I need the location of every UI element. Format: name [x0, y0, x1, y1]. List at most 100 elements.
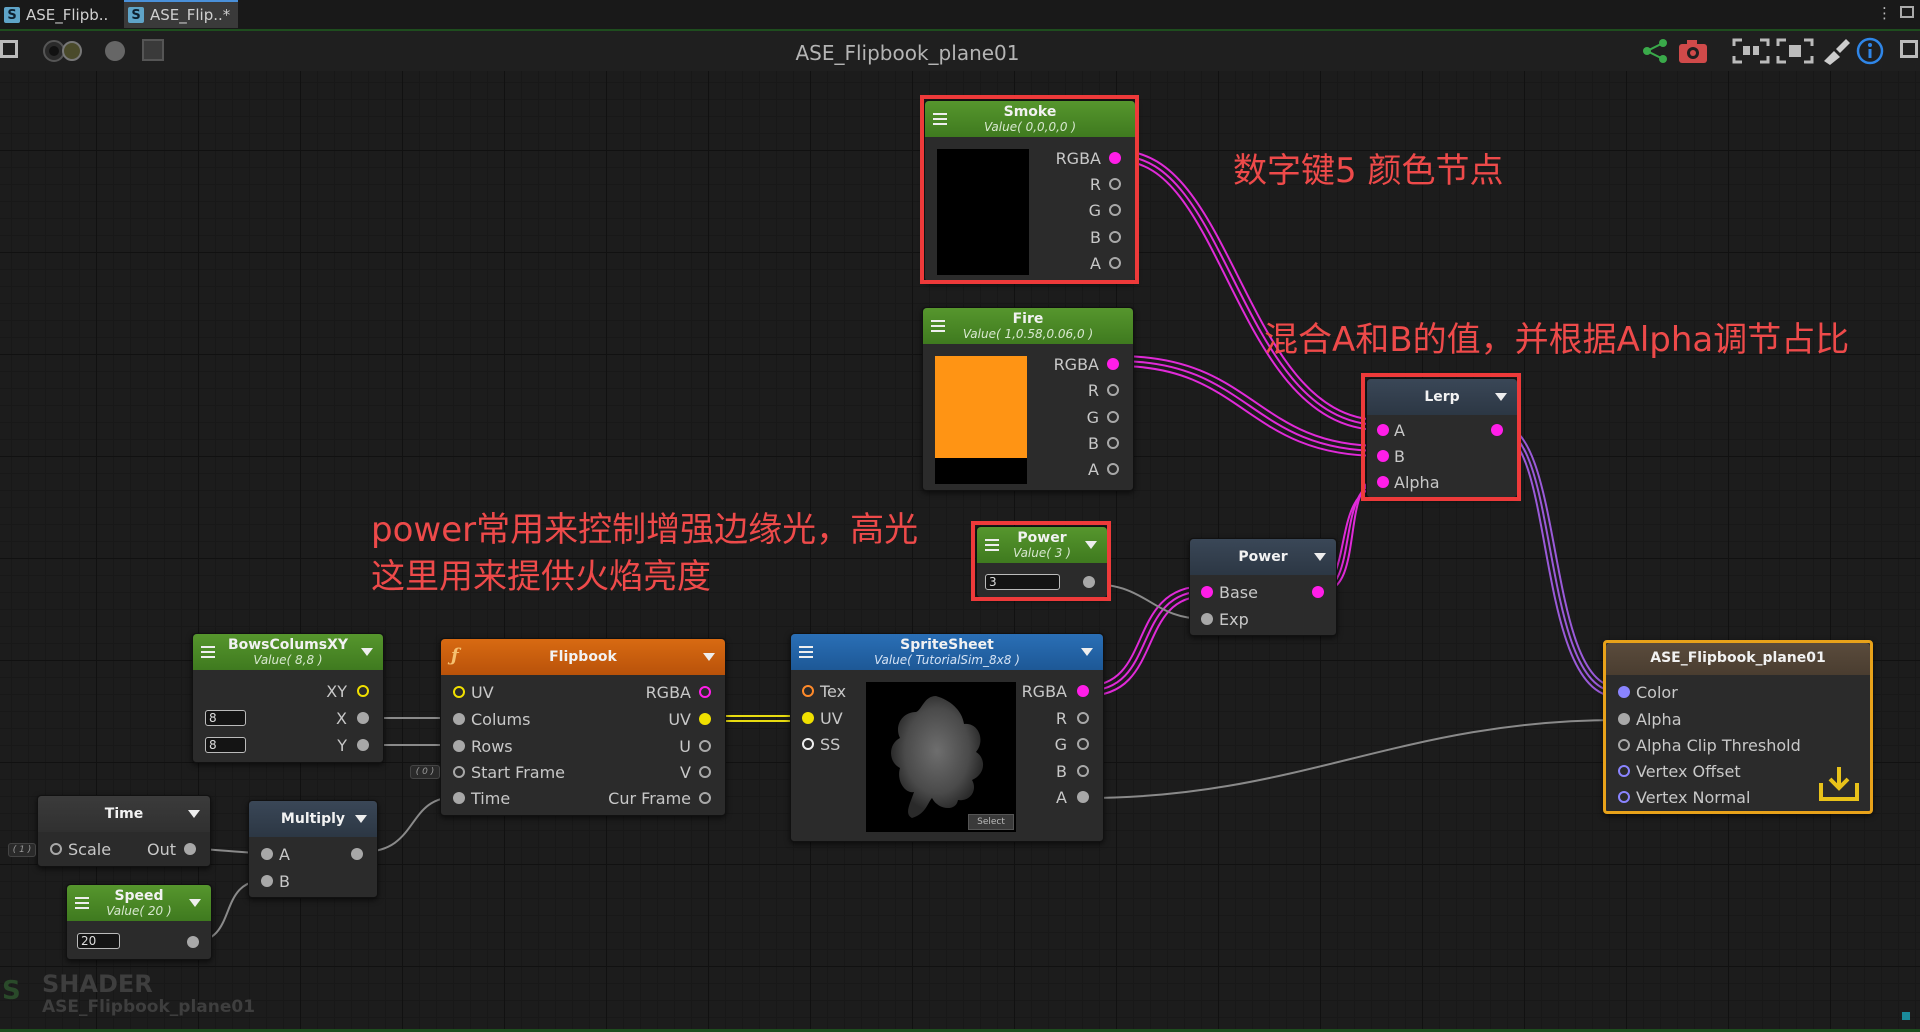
port-out[interactable]: [351, 848, 363, 860]
port-start-frame[interactable]: [453, 766, 465, 778]
port-r[interactable]: [1107, 384, 1119, 396]
port-x[interactable]: [357, 712, 369, 724]
node-header[interactable]: Smoke Value( 0,0,0,0 ): [925, 101, 1135, 137]
power-constant-node[interactable]: Power Value( 3 ) 3: [976, 526, 1108, 598]
node-header[interactable]: ASE_Flipbook_plane01: [1606, 643, 1870, 675]
port-v[interactable]: [699, 766, 711, 778]
port-ss[interactable]: [802, 738, 814, 750]
port-uv-out[interactable]: [699, 713, 711, 725]
port-rows[interactable]: [453, 740, 465, 752]
port-out[interactable]: [1312, 586, 1324, 598]
port-rgba[interactable]: [699, 686, 711, 698]
speed-node[interactable]: Speed Value( 20 ) 20: [66, 884, 212, 960]
port-vertex-normal-label: Vertex Normal: [1636, 788, 1751, 807]
port-rgba[interactable]: [1077, 685, 1089, 697]
port-rgba-label: RGBA: [1021, 682, 1067, 701]
node-header[interactable]: Multiply: [249, 801, 377, 837]
chevron-down-icon[interactable]: [1314, 553, 1326, 561]
port-alpha-clip-threshold[interactable]: [1618, 739, 1630, 751]
node-header[interactable]: Power: [1190, 539, 1336, 575]
port-tex[interactable]: [802, 685, 814, 697]
port-b[interactable]: [1377, 450, 1389, 462]
port-rgba[interactable]: [1107, 358, 1119, 370]
port-out[interactable]: [184, 843, 196, 855]
port-colums[interactable]: [453, 713, 465, 725]
port-g[interactable]: [1077, 738, 1089, 750]
power-node[interactable]: Power Base Exp: [1189, 538, 1337, 636]
port-out[interactable]: [1491, 424, 1503, 436]
port-vertex-offset[interactable]: [1618, 765, 1630, 777]
port-xy[interactable]: [357, 685, 369, 697]
chevron-down-icon[interactable]: [1081, 648, 1093, 656]
port-r-label: R: [1087, 381, 1099, 400]
spritesheet-texture-node[interactable]: SpriteSheet Value( TutorialSim_8x8 ) Tex…: [790, 633, 1104, 842]
chevron-down-icon[interactable]: [1085, 541, 1097, 549]
chevron-down-icon[interactable]: [703, 653, 715, 661]
port-a[interactable]: [1109, 257, 1121, 269]
save-output-icon[interactable]: [1818, 765, 1860, 803]
output-master-node[interactable]: ASE_Flipbook_plane01 Color Alpha Alpha C…: [1603, 640, 1873, 814]
chevron-down-icon[interactable]: [355, 815, 367, 823]
port-cur-frame[interactable]: [699, 792, 711, 804]
port-r[interactable]: [1109, 178, 1121, 190]
port-time[interactable]: [453, 792, 465, 804]
node-header[interactable]: Speed Value( 20 ): [67, 885, 211, 921]
port-a[interactable]: [1077, 791, 1089, 803]
port-out[interactable]: [187, 936, 199, 948]
color-swatch[interactable]: [935, 356, 1027, 458]
texture-preview[interactable]: Select: [866, 682, 1016, 832]
time-node[interactable]: Time Scale Out: [37, 795, 211, 867]
port-r[interactable]: [1077, 712, 1089, 724]
lerp-node[interactable]: Lerp A B Alpha: [1366, 378, 1518, 498]
port-exp[interactable]: [1201, 613, 1213, 625]
chevron-down-icon[interactable]: [1495, 393, 1507, 401]
multiply-node[interactable]: Multiply A B: [248, 800, 378, 898]
port-uv[interactable]: [802, 712, 814, 724]
port-out[interactable]: [1083, 576, 1095, 588]
port-uv-in[interactable]: [453, 686, 465, 698]
smoke-sprite-preview: [891, 696, 984, 818]
port-g[interactable]: [1107, 411, 1119, 423]
port-a[interactable]: [1377, 424, 1389, 436]
color-swatch[interactable]: [937, 149, 1029, 275]
y-field[interactable]: 8: [205, 737, 246, 753]
port-b[interactable]: [1109, 231, 1121, 243]
port-base[interactable]: [1201, 586, 1213, 598]
port-vertex-normal[interactable]: [1618, 791, 1630, 803]
port-a[interactable]: [1107, 463, 1119, 475]
chevron-down-icon[interactable]: [188, 810, 200, 818]
node-header[interactable]: BowsColumsXY Value( 8,8 ): [193, 634, 383, 670]
node-header[interactable]: SpriteSheet Value( TutorialSim_8x8 ): [791, 634, 1103, 670]
port-b[interactable]: [1107, 437, 1119, 449]
node-header[interactable]: Fire Value( 1,0.58,0.06,0 ): [923, 308, 1133, 344]
node-header[interactable]: Power Value( 3 ): [977, 527, 1107, 563]
smoke-color-node[interactable]: Smoke Value( 0,0,0,0 ) RGBA R G B A: [924, 100, 1136, 282]
port-b[interactable]: [1077, 765, 1089, 777]
value-field[interactable]: 20: [77, 933, 120, 949]
select-texture-button[interactable]: Select: [968, 814, 1014, 830]
fire-color-node[interactable]: Fire Value( 1,0.58,0.06,0 ) RGBA R G B A: [922, 307, 1134, 491]
port-color[interactable]: [1618, 686, 1630, 698]
chevron-down-icon[interactable]: [361, 648, 373, 656]
x-field[interactable]: 8: [205, 710, 246, 726]
port-b[interactable]: [261, 875, 273, 887]
start-frame-default[interactable]: ( 0 ): [410, 765, 440, 779]
node-header[interactable]: Lerp: [1367, 379, 1517, 415]
port-scale[interactable]: [50, 843, 62, 855]
time-scale-default[interactable]: ( 1 ): [8, 843, 36, 857]
port-rgba[interactable]: [1109, 152, 1121, 164]
port-u[interactable]: [699, 740, 711, 752]
port-a[interactable]: [261, 848, 273, 860]
node-header[interactable]: Time: [38, 796, 210, 832]
rows-columns-xy-node[interactable]: BowsColumsXY Value( 8,8 ) XY 8 X 8 Y: [192, 633, 384, 763]
chevron-down-icon[interactable]: [189, 899, 201, 907]
value-field[interactable]: 3: [985, 574, 1060, 590]
port-y[interactable]: [357, 739, 369, 751]
node-header[interactable]: ƒ Flipbook: [441, 639, 725, 675]
flipbook-node[interactable]: ƒ Flipbook UV Colums Rows Start Frame Ti…: [440, 638, 726, 816]
port-g[interactable]: [1109, 204, 1121, 216]
port-color-label: Color: [1636, 683, 1678, 702]
port-alpha[interactable]: [1618, 713, 1630, 725]
port-alpha[interactable]: [1377, 476, 1389, 488]
port-cur-frame-label: Cur Frame: [608, 789, 691, 808]
